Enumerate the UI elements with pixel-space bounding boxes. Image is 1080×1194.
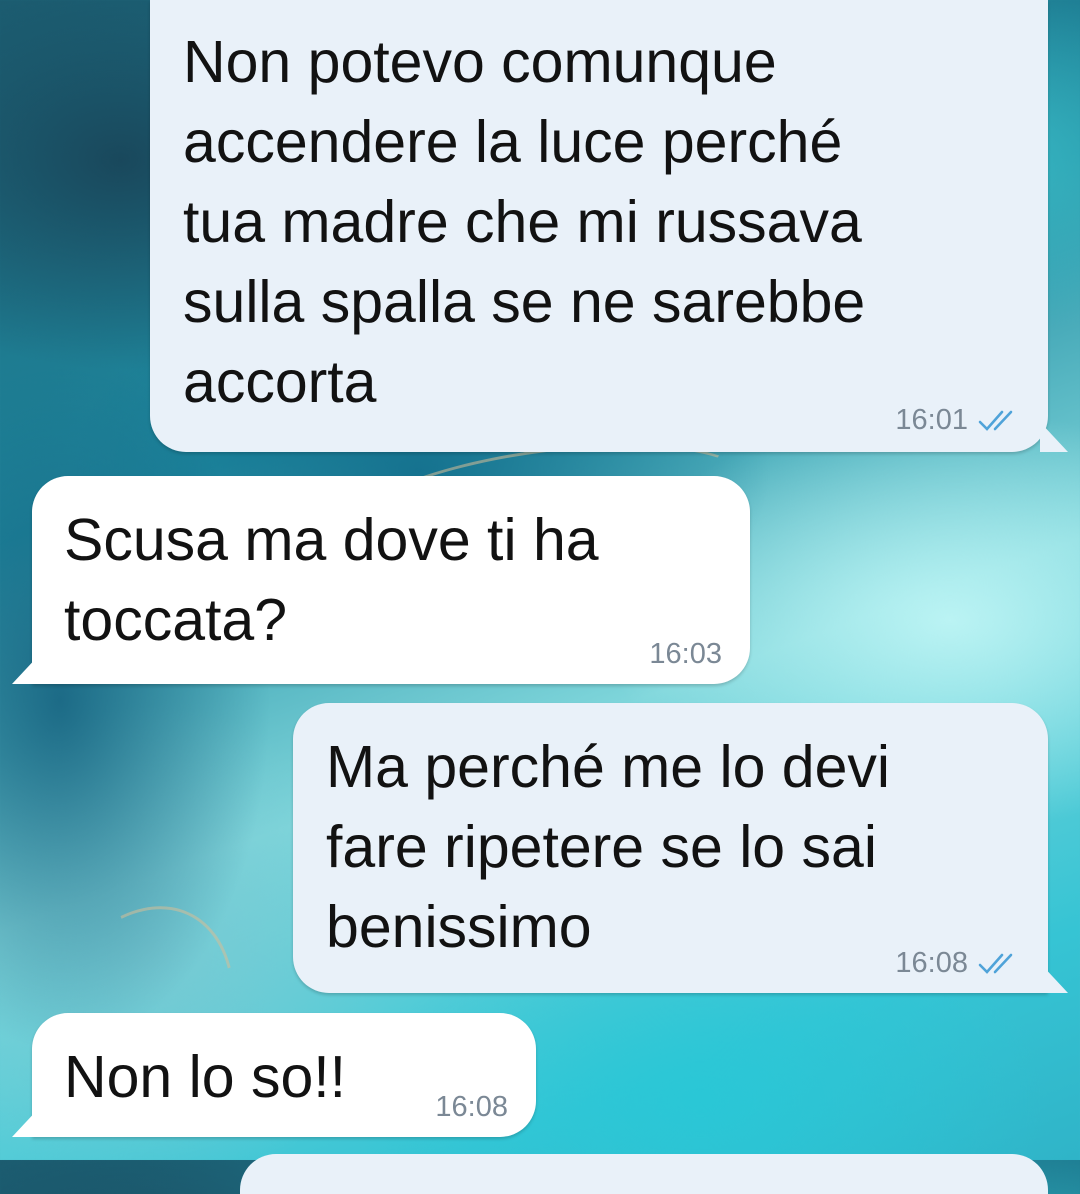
message-text: Non lo so!! — [64, 1044, 347, 1110]
message-text: Scusa ma dove ti ha toccata? — [64, 507, 599, 653]
message-time: 16:08 — [895, 947, 968, 979]
message-time: 16:01 — [895, 404, 968, 436]
message-bubble-partial[interactable] — [240, 1154, 1048, 1194]
message-meta: 16:08 — [435, 1091, 508, 1124]
message-text: Ma perché me lo devi fare ripetere se lo… — [326, 734, 891, 960]
message-meta: 16:01 — [895, 404, 1022, 437]
message-bubble-incoming[interactable]: Scusa ma dove ti ha toccata? 16:03 — [32, 476, 750, 684]
double-check-read-icon — [978, 410, 1013, 431]
message-meta: 16:08 — [895, 947, 1022, 980]
chat-screen: { "messages": [ { "direction": "outgoing… — [0, 0, 1080, 1194]
message-time: 16:08 — [435, 1091, 508, 1123]
message-bubble-incoming[interactable]: Non lo so!! 16:08 — [32, 1013, 536, 1137]
message-bubble-outgoing[interactable]: Non potevo comunque accendere la luce pe… — [150, 0, 1048, 452]
message-time: 16:03 — [649, 638, 722, 670]
message-meta: 16:03 — [649, 638, 722, 671]
message-text: Non potevo comunque accendere la luce pe… — [183, 29, 866, 415]
bubble-tail — [1040, 422, 1068, 452]
message-bubble-outgoing[interactable]: Ma perché me lo devi fare ripetere se lo… — [293, 703, 1048, 993]
bubble-tail — [12, 1107, 40, 1137]
bubble-tail — [1040, 963, 1068, 993]
bubble-tail — [12, 654, 40, 684]
double-check-read-icon — [978, 953, 1013, 974]
